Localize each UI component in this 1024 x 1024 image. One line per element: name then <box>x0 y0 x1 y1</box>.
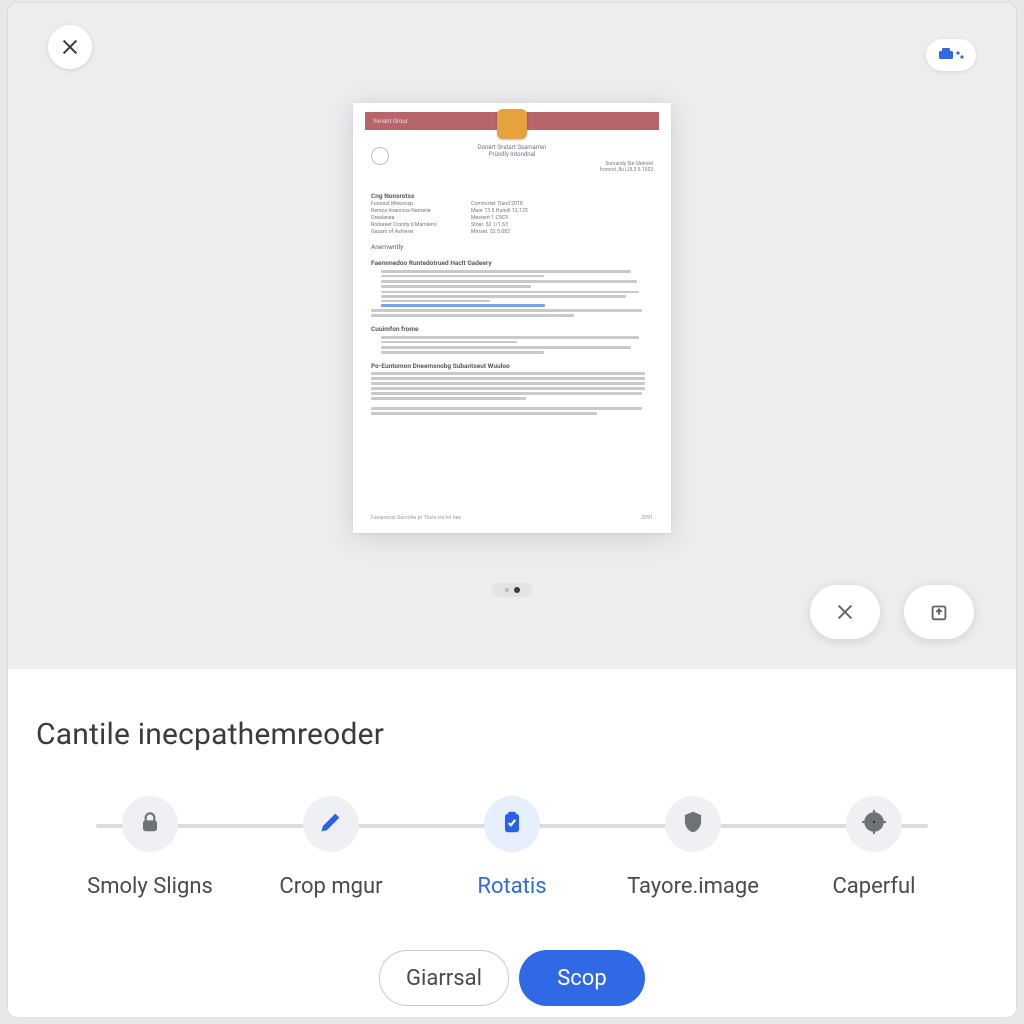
doc-footer-left: Favipronsr Sacrohe pr Tosla tra hd ties <box>371 515 461 521</box>
step-circle <box>846 796 902 852</box>
page-dot-current <box>514 587 520 593</box>
step-circle <box>484 796 540 852</box>
document-thumbnail[interactable]: Yenant Grour Donert Gratart Ssamarren Pr… <box>353 103 671 533</box>
page-dot <box>505 588 509 592</box>
doc-kv-row: Funonst MresrospCommirtet Tland 2018 <box>371 201 653 207</box>
close-icon <box>59 36 81 58</box>
document-preview-area: Yenant Grour Donert Gratart Ssamarren Pr… <box>8 3 1016 669</box>
close-button[interactable] <box>48 25 92 69</box>
page-indicator <box>492 583 532 597</box>
step-caperful[interactable]: Caperful <box>784 796 964 899</box>
modal-container: Yenant Grour Donert Gratart Ssamarren Pr… <box>7 2 1017 1018</box>
print-icon <box>938 48 964 62</box>
step-circle <box>665 796 721 852</box>
primary-button[interactable]: Scop <box>519 950 645 1006</box>
step-label: Crop mgur <box>279 874 382 899</box>
upload-fab[interactable] <box>904 585 974 639</box>
doc-seal-icon <box>371 147 389 165</box>
doc-kv-row: OrealaneaMestent 1 C9C9 <box>371 215 653 221</box>
step-label: Smoly Sligns <box>87 874 213 899</box>
doc-footer-right: 2091 <box>641 515 653 521</box>
shield-icon <box>680 809 706 839</box>
doc-center-title: Donert Gratart Ssamarren Pründly Intondn… <box>353 145 671 158</box>
doc-kv-row: Rodareet Crontly d MarnlemlStoar. 52 1/1… <box>371 222 653 228</box>
bottom-panel: Cantile inecpathemreoder Smoly Sligns Cro… <box>8 669 1016 1018</box>
doc-kv-row: Gasam of AshwrerMmset. 52 5.082 <box>371 229 653 235</box>
floating-actions <box>810 585 974 639</box>
secondary-button[interactable]: Giarrsal <box>379 950 509 1006</box>
action-row: Giarrsal Scop <box>36 950 988 1006</box>
step-label: Rotatis <box>477 874 546 899</box>
doc-banner-text: Yenant Grour <box>373 118 408 125</box>
step-label: Tayore.image <box>627 874 759 899</box>
step-tayore[interactable]: Tayore.image <box>603 796 783 899</box>
step-circle <box>303 796 359 852</box>
doc-section-title: Cng Nonsrotss <box>371 192 653 200</box>
step-crop[interactable]: Crop mgur <box>241 796 421 899</box>
close-icon <box>834 601 856 623</box>
doc-kv-row: Remca Imanrsce NameneMaor 13.5 Hunnll 12… <box>371 208 653 214</box>
stepper: Smoly Sligns Crop mgur Rotatis Tayore.image… <box>36 796 988 906</box>
doc-link-line <box>381 304 545 307</box>
step-signs[interactable]: Smoly Sligns <box>60 796 240 899</box>
pencil-icon <box>318 809 344 839</box>
doc-logo-icon <box>497 109 527 139</box>
print-badge[interactable] <box>926 39 976 71</box>
doc-meta-right: Somandy Sie Gletrent fromnd Jlu LUL3 5.1… <box>600 161 653 173</box>
panel-title: Cantile inecpathemreoder <box>36 717 988 752</box>
target-icon <box>861 809 887 839</box>
dismiss-fab[interactable] <box>810 585 880 639</box>
step-rotate[interactable]: Rotatis <box>422 796 602 899</box>
upload-icon <box>928 601 950 623</box>
clipboard-icon <box>499 809 525 839</box>
step-circle <box>122 796 178 852</box>
step-label: Caperful <box>832 874 915 899</box>
lock-icon <box>137 809 163 839</box>
